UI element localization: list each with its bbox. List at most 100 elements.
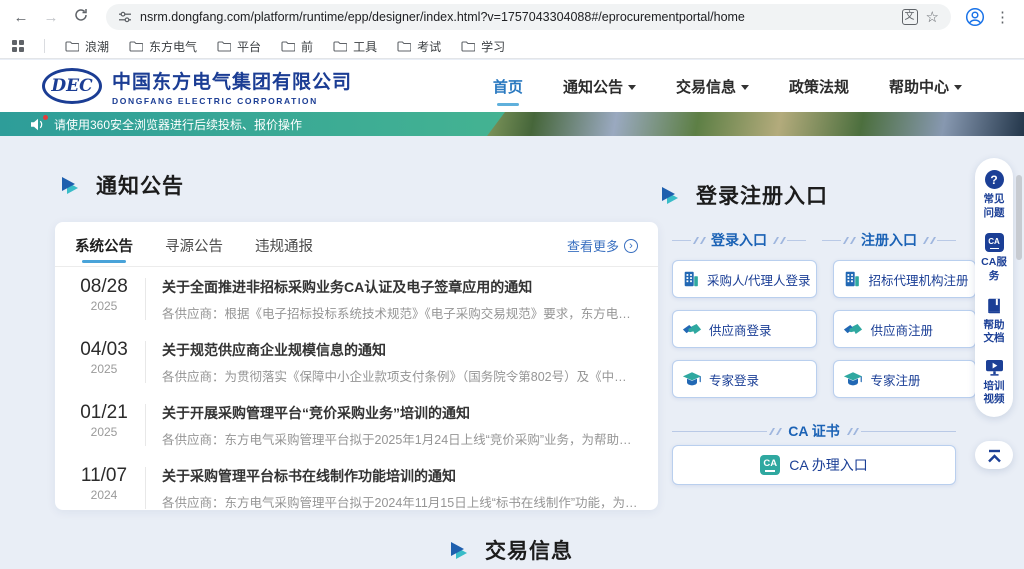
reload-icon[interactable] <box>70 8 92 26</box>
notice-list-item[interactable]: 04/03 2025 关于规范供应商企业规模信息的通知 各供应商：为贯彻落实《保… <box>55 330 658 393</box>
supplier-login-button[interactable]: 供应商登录 <box>672 310 817 348</box>
notice-ticker: 请使用360安全浏览器进行后续投标、报价操作 <box>0 112 505 136</box>
bookmark-folder-dongfang[interactable]: 东方电气 <box>129 38 197 55</box>
nav-policies[interactable]: 政策法规 <box>789 76 849 97</box>
folder-icon <box>281 41 295 52</box>
notices-card: 系统公告 寻源公告 违规通报 查看更多 › 08/28 2025 关于全面推进非… <box>55 222 658 510</box>
notice-body: 关于开展采购管理平台“竞价采购业务”培训的通知 各供应商：东方电气采购管理平台拟… <box>162 402 638 448</box>
login-buttons-grid: 采购人/代理人登录 招标代理机构注册 供应商登录 供应商注册 专家登录 <box>672 260 956 398</box>
training-videos-shortcut[interactable]: 培训视频 <box>981 359 1007 407</box>
bookmark-label: 考试 <box>417 38 441 55</box>
ca-cert-label: CA 证书 <box>788 421 840 441</box>
url-text[interactable]: nsrm.dongfang.com/platform/runtime/epp/d… <box>140 10 894 24</box>
profile-avatar-icon[interactable] <box>965 7 985 27</box>
bookmark-label: 前 <box>301 38 313 55</box>
bookmark-folder-tools[interactable]: 工具 <box>333 38 377 55</box>
bookmark-folder-exam[interactable]: 考试 <box>397 38 441 55</box>
back-to-top-button[interactable] <box>975 441 1013 469</box>
bookmark-star-icon[interactable]: ☆ <box>926 8 939 26</box>
purchaser-agent-login-button[interactable]: 采购人/代理人登录 <box>672 260 817 298</box>
browser-menu-icon[interactable]: ⋮ <box>995 8 1010 26</box>
notice-title[interactable]: 关于全面推进非招标采购业务CA认证及电子签章应用的通知 <box>162 277 638 297</box>
notice-date: 01/21 2025 <box>75 402 133 439</box>
section-arrow-icon <box>451 541 471 559</box>
faq-shortcut[interactable]: ? 常见问题 <box>981 170 1007 220</box>
supplier-register-button[interactable]: 供应商注册 <box>833 310 975 348</box>
view-more-link[interactable]: 查看更多 › <box>567 236 638 265</box>
speaker-icon <box>30 118 46 131</box>
nav-notices[interactable]: 通知公告 <box>563 76 636 97</box>
button-label: 专家注册 <box>870 370 920 389</box>
notice-date-md: 01/21 <box>75 402 133 424</box>
dec-logo-oval: DEC <box>42 68 102 104</box>
browser-toolbar: ← → nsrm.dongfang.com/platform/runtime/e… <box>0 0 1024 34</box>
tab-sourcing-notices[interactable]: 寻源公告 <box>165 235 223 266</box>
back-icon[interactable]: ← <box>10 9 32 26</box>
shortcut-label: 常见问题 <box>981 193 1007 220</box>
notices-section-title: 通知公告 <box>96 170 184 200</box>
shortcut-label: 培训视频 <box>981 380 1007 407</box>
translate-icon[interactable]: 文 <box>902 9 918 25</box>
bidding-agency-register-button[interactable]: 招标代理机构注册 <box>833 260 975 298</box>
notice-list-item[interactable]: 08/28 2025 关于全面推进非招标采购业务CA认证及电子签章应用的通知 各… <box>55 267 658 330</box>
handshake-icon <box>682 321 702 338</box>
nav-help-center[interactable]: 帮助中心 <box>889 76 962 97</box>
divider <box>145 404 146 446</box>
notices-tabs: 系统公告 寻源公告 违规通报 查看更多 › <box>55 222 658 267</box>
ca-apply-button[interactable]: CA CA 办理入口 <box>672 445 956 485</box>
graduation-cap-icon <box>682 371 702 388</box>
alert-dot <box>43 115 48 120</box>
button-label: 专家登录 <box>709 370 759 389</box>
help-docs-shortcut[interactable]: 帮助文档 <box>981 297 1007 346</box>
tab-system-notices[interactable]: 系统公告 <box>75 235 133 266</box>
notice-date-md: 04/03 <box>75 339 133 361</box>
view-more-label: 查看更多 <box>567 236 619 255</box>
bookmark-folder-front[interactable]: 前 <box>281 38 313 55</box>
nav-label: 政策法规 <box>789 76 849 97</box>
company-logo[interactable]: DEC 中国东方电气集团有限公司 DONGFANG ELECTRIC CORPO… <box>42 67 352 106</box>
folder-icon <box>397 41 411 52</box>
expert-register-button[interactable]: 专家注册 <box>833 360 975 398</box>
arrow-up-to-line-icon <box>986 448 1003 463</box>
button-label: 供应商注册 <box>870 320 933 339</box>
notice-title[interactable]: 关于规范供应商企业规模信息的通知 <box>162 340 638 360</box>
notice-desc: 各供应商：为贯彻落实《保障中小企业款项支付条例》（国务院令第802号）及《中小企… <box>162 366 638 385</box>
bookmarks-bar: 浪潮 东方电气 平台 前 工具 考试 学习 <box>0 34 1024 59</box>
bookmark-folder-langchao[interactable]: 浪潮 <box>65 38 109 55</box>
tab-violation-reports[interactable]: 违规通报 <box>255 235 313 266</box>
nav-label: 帮助中心 <box>889 76 949 97</box>
bookmark-label: 工具 <box>353 38 377 55</box>
folder-icon <box>65 41 79 52</box>
nav-home[interactable]: 首页 <box>493 76 523 97</box>
site-info-icon[interactable] <box>118 10 132 24</box>
notice-list-item[interactable]: 11/07 2024 关于采购管理平台标书在线制作功能培训的通知 各供应商：东方… <box>55 456 658 519</box>
notice-title[interactable]: 关于采购管理平台标书在线制作功能培训的通知 <box>162 466 638 486</box>
notice-title[interactable]: 关于开展采购管理平台“竞价采购业务”培训的通知 <box>162 403 638 423</box>
nav-trade-info[interactable]: 交易信息 <box>676 76 749 97</box>
notice-list-item[interactable]: 01/21 2025 关于开展采购管理平台“竞价采购业务”培训的通知 各供应商：… <box>55 393 658 456</box>
button-label: CA 办理入口 <box>789 455 868 475</box>
forward-icon[interactable]: → <box>40 9 62 26</box>
apps-grid-icon[interactable] <box>12 40 24 52</box>
bookmark-folder-study[interactable]: 学习 <box>461 38 505 55</box>
button-label: 供应商登录 <box>709 320 772 339</box>
company-name-cn: 中国东方电气集团有限公司 <box>112 67 352 94</box>
login-section-header: 登录注册入口 <box>662 180 828 210</box>
section-arrow-icon <box>662 186 682 204</box>
notice-date: 04/03 2025 <box>75 339 133 376</box>
notice-date: 11/07 2024 <box>75 465 133 502</box>
scrollbar-thumb[interactable] <box>1016 175 1022 260</box>
expert-login-button[interactable]: 专家登录 <box>672 360 817 398</box>
url-bar[interactable]: nsrm.dongfang.com/platform/runtime/epp/d… <box>106 4 951 30</box>
ca-service-shortcut[interactable]: CA CA服务 <box>981 233 1007 283</box>
ticker-band: 请使用360安全浏览器进行后续投标、报价操作 <box>0 112 1024 136</box>
bookmark-label: 平台 <box>237 38 261 55</box>
divider <box>145 278 146 320</box>
notice-date-md: 11/07 <box>75 465 133 487</box>
divider <box>145 467 146 509</box>
register-group-label: 注册入口 <box>861 230 917 250</box>
trade-section-header: 交易信息 <box>451 535 573 565</box>
ca-card-icon: CA <box>985 233 1004 252</box>
folder-icon <box>461 41 475 52</box>
bookmark-folder-platform[interactable]: 平台 <box>217 38 261 55</box>
